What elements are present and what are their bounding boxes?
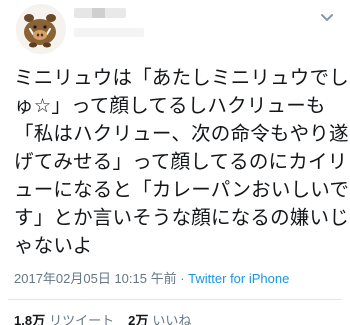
user-handle-redacted[interactable]: [74, 28, 144, 37]
tweet-card: ミニリュウは「あたしミニリュウでしゅ☆」って顔してるしハクリューも「私はハクリュ…: [0, 0, 350, 325]
user-name-redacted[interactable]: [74, 8, 126, 18]
meta-separator: ·: [176, 271, 189, 286]
tweet-meta: 2017年02月05日 10:15 午前 · Twitter for iPhon…: [14, 268, 342, 287]
likes-stat[interactable]: 2万 いいね: [128, 313, 191, 325]
chevron-down-icon[interactable]: [318, 8, 336, 26]
retweets-stat[interactable]: 1.8万 リツイート: [14, 313, 114, 325]
avatar[interactable]: [16, 4, 66, 54]
likes-label: いいね: [152, 313, 192, 325]
retweets-count: 1.8万: [14, 313, 46, 325]
divider: [8, 299, 342, 300]
tweet-stats: 1.8万 リツイート 2万 いいね: [14, 310, 342, 325]
tweet-text: ミニリュウは「あたしミニリュウでしゅ☆」って顔してるしハクリューも「私はハクリュ…: [14, 66, 350, 257]
tweet-timestamp[interactable]: 2017年02月05日 10:15 午前: [14, 271, 177, 286]
likes-count: 2万: [128, 313, 149, 325]
boar-avatar-icon: [16, 4, 66, 54]
tweet-source-link[interactable]: Twitter for iPhone: [188, 271, 289, 286]
retweets-label: リツイート: [49, 313, 115, 325]
tweet-header: [8, 0, 342, 62]
